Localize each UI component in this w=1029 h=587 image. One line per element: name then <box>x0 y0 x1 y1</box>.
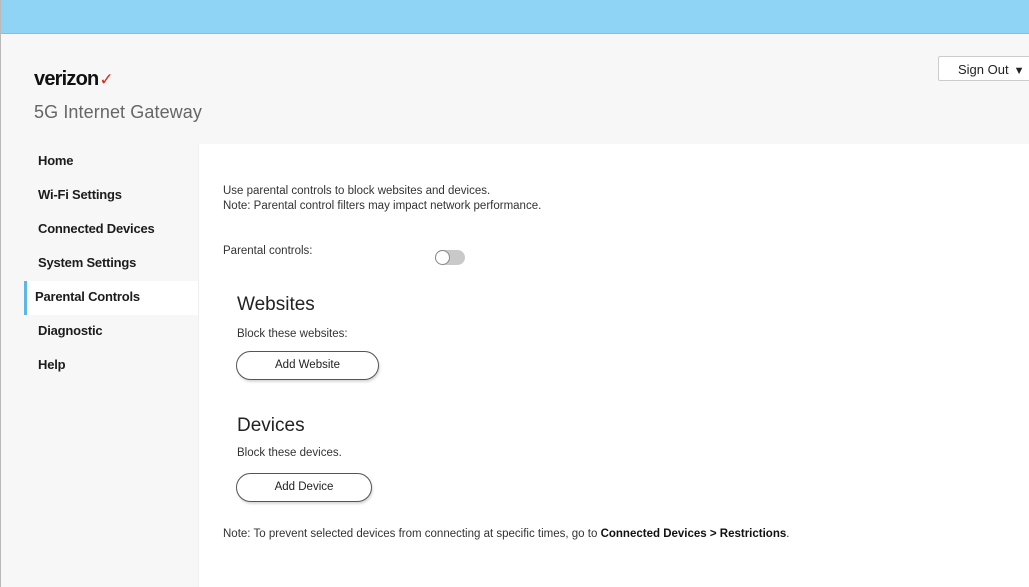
sidebar-item-parental-controls[interactable]: Parental Controls <box>24 281 198 315</box>
sidebar-nav: Home Wi-Fi Settings Connected Devices Sy… <box>24 145 198 383</box>
browser-window: verizon✓ 5G Internet Gateway Sign Out ▼ H… <box>0 0 1029 587</box>
sidebar-item-help[interactable]: Help <box>24 349 198 383</box>
note-prefix: Note: To prevent selected devices from c… <box>223 528 601 540</box>
websites-heading: Websites <box>237 294 315 315</box>
restrictions-link[interactable]: Connected Devices > Restrictions <box>601 528 787 540</box>
intro-line-1: Use parental controls to block websites … <box>223 185 491 197</box>
brand-logo[interactable]: verizon✓ <box>34 68 114 91</box>
intro-line-2: Note: Parental control filters may impac… <box>223 200 542 212</box>
note-suffix: . <box>786 528 790 540</box>
toggle-knob <box>435 250 450 265</box>
sidebar-item-wifi-settings[interactable]: Wi-Fi Settings <box>24 179 198 213</box>
page-subtitle: 5G Internet Gateway <box>34 102 202 122</box>
devices-heading: Devices <box>237 415 305 436</box>
logo-text: verizon <box>34 68 99 90</box>
main-content: Use parental controls to block websites … <box>198 144 1029 587</box>
add-device-button[interactable]: Add Device <box>236 473 372 502</box>
top-banner <box>1 0 1029 34</box>
sign-out-button[interactable]: Sign Out ▼ <box>938 56 1029 81</box>
sidebar-item-connected-devices[interactable]: Connected Devices <box>24 213 198 247</box>
devices-description: Block these devices. <box>237 447 342 459</box>
intro-text: Use parental controls to block websites … <box>223 184 541 214</box>
parental-controls-toggle[interactable] <box>435 250 465 265</box>
sidebar-item-diagnostic[interactable]: Diagnostic <box>24 315 198 349</box>
caret-down-icon: ▼ <box>1013 65 1025 77</box>
checkmark-icon: ✓ <box>99 70 114 89</box>
sidebar-item-home[interactable]: Home <box>24 145 198 179</box>
sign-out-label: Sign Out <box>958 62 1009 77</box>
websites-description: Block these websites: <box>237 328 348 340</box>
add-website-button[interactable]: Add Website <box>236 351 379 380</box>
sidebar-item-system-settings[interactable]: System Settings <box>24 247 198 281</box>
restrictions-note: Note: To prevent selected devices from c… <box>223 528 789 540</box>
parental-controls-label: Parental controls: <box>223 245 313 257</box>
